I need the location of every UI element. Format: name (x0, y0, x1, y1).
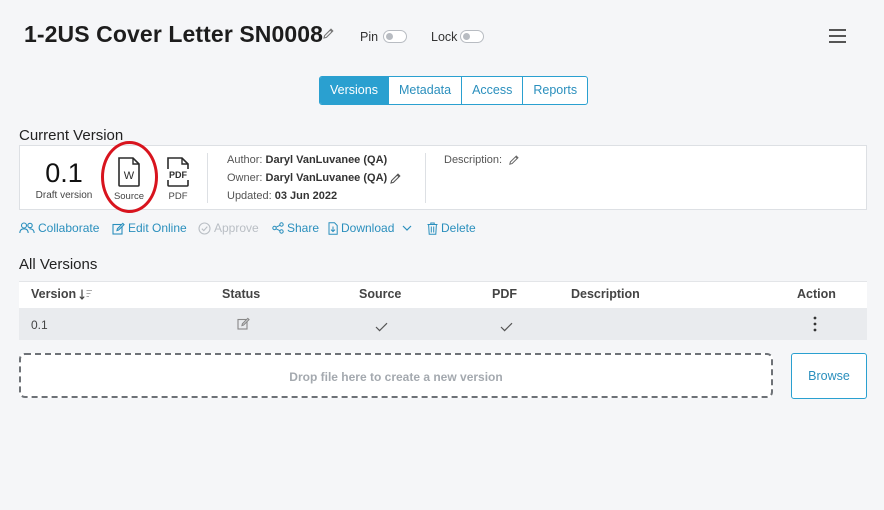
download-label: Download (341, 221, 395, 235)
trash-icon (427, 222, 438, 235)
edit-online-label: Edit Online (128, 221, 187, 235)
version-status: Draft version (35, 190, 93, 201)
description-edit-icon[interactable] (508, 153, 520, 171)
tab-versions[interactable]: Versions (320, 77, 388, 104)
updated-line: Updated: 03 Jun 2022 (227, 190, 337, 202)
sort-descending-icon (79, 289, 93, 300)
check-icon (500, 319, 513, 337)
tab-bar: Versions Metadata Access Reports (319, 76, 589, 105)
pdf-file-icon[interactable]: PDF (166, 157, 190, 192)
author-line: Author: Daryl VanLuvanee (QA) (227, 154, 387, 166)
row-version: 0.1 (31, 318, 48, 332)
current-version-heading: Current Version (19, 127, 124, 144)
pdf-icon-text: PDF (169, 170, 188, 180)
column-header-description: Description (571, 287, 640, 301)
check-icon (375, 319, 388, 337)
column-header-pdf: PDF (492, 287, 517, 301)
updated-value: 03 Jun 2022 (274, 190, 338, 202)
column-header-version[interactable]: Version (31, 287, 93, 301)
pdf-label: PDF (168, 191, 188, 202)
collaborate-label: Collaborate (38, 221, 100, 235)
users-icon (19, 222, 35, 234)
versions-table-header (19, 281, 867, 308)
pin-toggle[interactable] (383, 30, 407, 43)
edit-icon (112, 222, 125, 235)
hamburger-menu-icon[interactable] (829, 29, 846, 43)
lock-toggle[interactable] (460, 30, 484, 43)
owner-value: Daryl VanLuvanee (QA) (265, 172, 388, 184)
tab-reports[interactable]: Reports (522, 77, 587, 104)
collaborate-button[interactable]: Collaborate (19, 221, 99, 235)
tab-access[interactable]: Access (461, 77, 522, 104)
edit-icon[interactable] (237, 317, 250, 335)
dropzone-text: Drop file here to create a new version (289, 370, 503, 384)
download-file-icon (328, 221, 338, 235)
download-dropdown[interactable]: Download (328, 221, 413, 235)
highlight-circle (101, 141, 158, 213)
pin-label: Pin (360, 30, 379, 44)
check-circle-icon (198, 221, 211, 235)
approve-button[interactable]: Approve (198, 221, 259, 235)
divider (207, 153, 208, 203)
share-button[interactable]: Share (272, 221, 319, 235)
updated-label: Updated: (227, 190, 272, 202)
table-row[interactable] (19, 308, 867, 340)
divider (425, 153, 426, 203)
column-header-action: Action (797, 287, 836, 301)
delete-label: Delete (441, 221, 476, 235)
tab-metadata[interactable]: Metadata (387, 77, 461, 104)
column-header-status: Status (222, 287, 261, 301)
share-icon (272, 222, 284, 234)
edit-online-button[interactable]: Edit Online (112, 221, 187, 235)
owner-label: Owner: (227, 172, 263, 184)
browse-button[interactable]: Browse (791, 353, 867, 399)
approve-label: Approve (214, 221, 259, 235)
document-title: 1-2US Cover Letter SN0008 (24, 21, 324, 47)
column-header-source: Source (359, 287, 402, 301)
owner-line: Owner: Daryl VanLuvanee (QA) (227, 172, 387, 184)
version-number: 0.1 (45, 158, 83, 188)
delete-button[interactable]: Delete (427, 221, 476, 235)
owner-edit-icon[interactable] (389, 172, 402, 190)
all-versions-heading: All Versions (19, 256, 98, 273)
kebab-menu-icon[interactable] (812, 316, 818, 337)
description-label: Description: (444, 154, 503, 166)
column-version-label: Version (31, 287, 77, 301)
author-value: Daryl VanLuvanee (QA) (265, 154, 388, 166)
lock-label: Lock (431, 30, 458, 44)
share-label: Share (287, 221, 320, 235)
chevron-down-icon (402, 225, 412, 231)
pencil-icon[interactable] (322, 27, 335, 45)
author-label: Author: (227, 154, 263, 166)
